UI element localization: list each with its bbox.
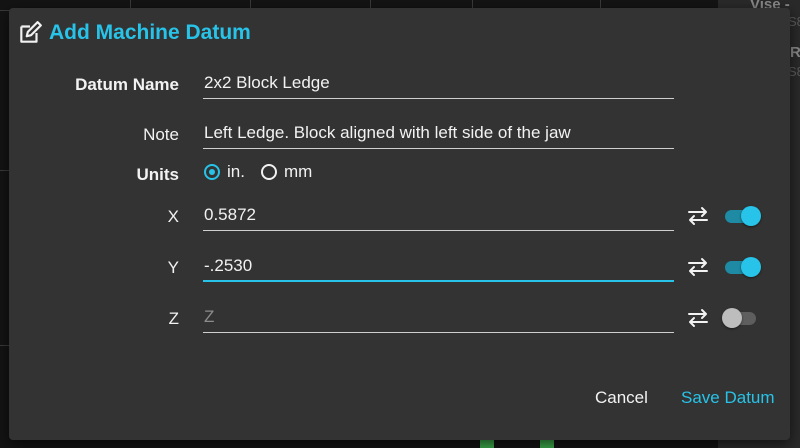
background-grid-line <box>472 0 473 8</box>
cancel-button[interactable]: Cancel <box>593 384 650 412</box>
background-grid-line <box>600 0 601 8</box>
note-input[interactable]: Left Ledge. Block aligned with left side… <box>203 119 674 149</box>
save-datum-button[interactable]: Save Datum <box>679 384 777 412</box>
x-enable-toggle[interactable] <box>722 205 762 227</box>
z-enable-toggle[interactable] <box>722 307 762 329</box>
toggle-thumb <box>722 308 742 328</box>
swap-arrows-icon[interactable] <box>687 256 709 278</box>
add-datum-dialog: Add Machine Datum Datum Name 2x2 Block L… <box>9 8 790 440</box>
units-option-label: mm <box>283 162 313 181</box>
background-grid-line <box>130 0 131 8</box>
dialog-header: Add Machine Datum <box>17 20 251 46</box>
y-enable-toggle[interactable] <box>722 256 762 278</box>
datum-name-input[interactable]: 2x2 Block Ledge <box>203 69 674 99</box>
units-option-label: in. <box>227 162 245 181</box>
radio-checked-icon[interactable] <box>204 164 220 180</box>
datum-name-label: Datum Name <box>75 75 179 94</box>
background-side-text: R <box>790 44 800 61</box>
units-label: Units <box>136 165 180 184</box>
units-radio-group: in. mm <box>204 162 328 182</box>
background-grid-line <box>0 345 9 346</box>
background-status-marker <box>480 440 494 448</box>
y-label: Y <box>167 258 179 277</box>
toggle-thumb <box>741 257 761 277</box>
z-input[interactable]: Z <box>203 303 674 333</box>
dialog-title: Add Machine Datum <box>49 21 251 44</box>
background-grid-line <box>370 0 371 8</box>
y-input[interactable]: -.2530 <box>203 252 674 282</box>
background-status-marker <box>540 440 554 448</box>
units-radio-mm[interactable]: mm <box>260 162 313 182</box>
background-grid-line <box>250 0 251 8</box>
x-input[interactable]: 0.5872 <box>203 201 674 231</box>
background-grid-line <box>0 170 9 171</box>
units-radio-in[interactable]: in. <box>204 162 245 182</box>
toggle-thumb <box>741 206 761 226</box>
edit-icon <box>20 21 42 43</box>
x-label: X <box>167 207 179 226</box>
note-label: Note <box>143 125 179 144</box>
radio-unchecked-icon[interactable] <box>260 164 277 180</box>
swap-arrows-icon[interactable] <box>687 205 709 227</box>
z-label: Z <box>168 309 179 328</box>
swap-arrows-icon[interactable] <box>687 307 709 329</box>
